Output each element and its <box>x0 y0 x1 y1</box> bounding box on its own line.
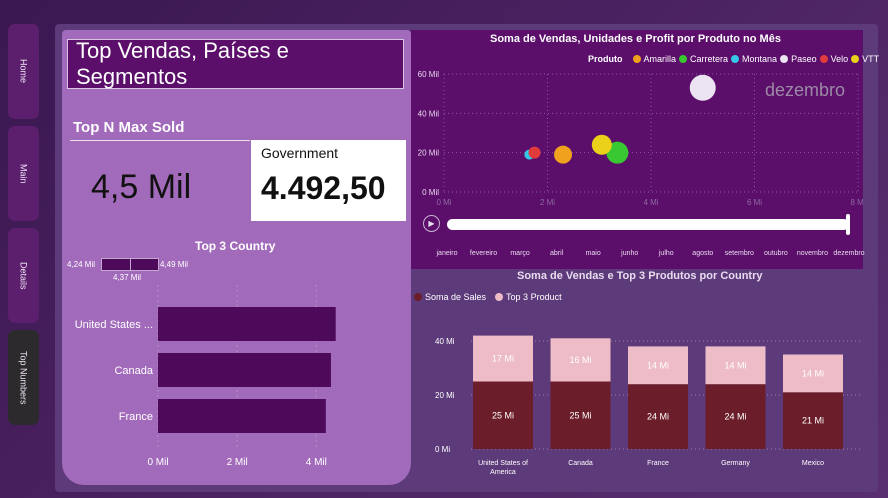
nav-top-numbers-label: Top Numbers <box>18 350 29 405</box>
legend-sales[interactable]: Soma de Sales <box>425 292 486 302</box>
legend-top3-swatch <box>495 293 504 301</box>
y-tick-label: 0 Mi <box>435 445 450 454</box>
legend-top3[interactable]: Top 3 Product <box>506 292 562 302</box>
segment-value: 4.492,50 <box>261 170 386 206</box>
legend-sales-swatch <box>414 293 422 301</box>
current-month-label: dezembro <box>765 80 846 100</box>
topn-label: Top N Max Sold <box>73 119 185 136</box>
y-tick-label: 40 Mil <box>418 109 440 118</box>
month-slider-track[interactable] <box>447 219 849 230</box>
segment-card[interactable]: Government 4.492,50 <box>251 140 406 221</box>
month-slider-handle[interactable] <box>846 214 850 235</box>
country-axis-label: Germany <box>721 460 750 467</box>
country-axis-label: Mexico <box>802 460 824 467</box>
mini-bar-divider <box>130 259 131 270</box>
y-tick-label: 60 Mil <box>418 70 440 79</box>
mini-bar-strip <box>101 258 159 271</box>
nav-main-button[interactable]: Main <box>8 126 39 221</box>
month-label[interactable]: março <box>510 250 529 257</box>
month-label[interactable]: outubro <box>764 250 788 257</box>
x-tick-label: 4 Mi <box>643 198 658 207</box>
x-tick-label: 0 Mi <box>436 198 451 207</box>
mini-label-2: 4,37 Mil <box>113 273 142 282</box>
bubble-amarilla <box>554 145 573 164</box>
x-tick-label: 8 Mi <box>850 198 863 207</box>
month-label[interactable]: fevereiro <box>470 250 497 257</box>
sales-data-label: 24 Mi <box>647 412 669 422</box>
sales-data-label: 24 Mi <box>724 412 746 422</box>
country-label: France <box>119 411 153 423</box>
y-tick-label: 20 Mi <box>435 391 455 400</box>
month-label[interactable]: julho <box>659 250 674 257</box>
nav-home-button[interactable]: Home <box>8 24 39 119</box>
country-axis-label: Canada <box>568 460 593 467</box>
nav-main-label: Main <box>18 163 29 184</box>
page-title: Top Vendas, Países e Segmentos <box>67 38 404 89</box>
legend-vtt[interactable]: VTT <box>862 54 879 64</box>
stacked-chart: 0 Mi 20 Mi 40 Mi 25 Mi 17 Mi United States of… <box>435 335 861 476</box>
segment-name: Government <box>261 145 339 161</box>
topn-value: 4,5 Mil <box>91 168 192 206</box>
topn-divider <box>70 140 250 141</box>
top3-data-label: 14 Mi <box>802 368 824 378</box>
month-label[interactable]: dezembro <box>833 250 864 257</box>
y-tick-label: 0 Mil <box>422 188 439 197</box>
country-bar <box>158 353 331 387</box>
bubble-velo <box>528 146 541 159</box>
top3-data-label: 17 Mi <box>492 354 514 364</box>
y-tick-label: 40 Mi <box>435 337 455 346</box>
stacked-chart-title: Soma de Vendas e Top 3 Produtos por Coun… <box>517 270 763 282</box>
play-axis-button[interactable]: ▶ <box>423 215 440 232</box>
x-tick-label: 4 Mil <box>306 457 327 468</box>
y-tick-label: 20 Mil <box>418 149 440 158</box>
x-tick-label: 0 Mil <box>147 457 168 468</box>
bubble-paseo <box>689 74 716 101</box>
month-label[interactable]: setembro <box>725 250 754 257</box>
sales-data-label: 21 Mi <box>802 416 824 426</box>
sales-data-label: 25 Mi <box>492 410 514 420</box>
month-label[interactable]: novembro <box>797 250 828 257</box>
country-axis-label: United States of <box>478 460 528 467</box>
play-icon: ▶ <box>428 219 435 228</box>
country-label: Canada <box>114 365 153 377</box>
scatter-title: Soma de Vendas, Unidades e Profit por Pr… <box>490 33 781 45</box>
month-label[interactable]: maio <box>586 250 601 257</box>
country-axis-label: America <box>490 469 516 476</box>
x-tick-label: 2 Mil <box>227 457 248 468</box>
top3-data-label: 16 Mi <box>569 355 591 365</box>
sales-data-label: 25 Mi <box>569 410 591 420</box>
nav-details-label: Details <box>18 261 29 290</box>
country-axis-label: France <box>647 460 669 467</box>
x-tick-label: 2 Mi <box>540 198 555 207</box>
country-label: United States ... <box>75 319 153 331</box>
month-label[interactable]: janeiro <box>436 250 457 257</box>
month-label[interactable]: agosto <box>692 250 713 257</box>
country-bar <box>158 307 336 341</box>
top3-data-label: 14 Mi <box>724 360 746 370</box>
mini-label-1: 4,24 Mil <box>67 260 96 269</box>
month-label[interactable]: abril <box>550 250 563 257</box>
nav-top-numbers-button[interactable]: Top Numbers <box>8 330 39 425</box>
stacked-legend: Soma de Sales Top 3 Product <box>414 292 562 302</box>
country-bar <box>158 399 326 433</box>
mini-label-3: 4,49 Mil <box>160 260 189 269</box>
top3-country-title: Top 3 Country <box>195 239 276 253</box>
nav-details-button[interactable]: Details <box>8 228 39 323</box>
month-label[interactable]: junho <box>621 250 638 257</box>
top3-data-label: 14 Mi <box>647 360 669 370</box>
bubble-vtt <box>591 134 612 155</box>
x-tick-label: 6 Mi <box>747 198 762 207</box>
top3-country-chart: 0 Mil 2 Mil 4 Mil United States ... Canada Fr… <box>75 285 336 468</box>
nav-home-label: Home <box>18 59 29 84</box>
